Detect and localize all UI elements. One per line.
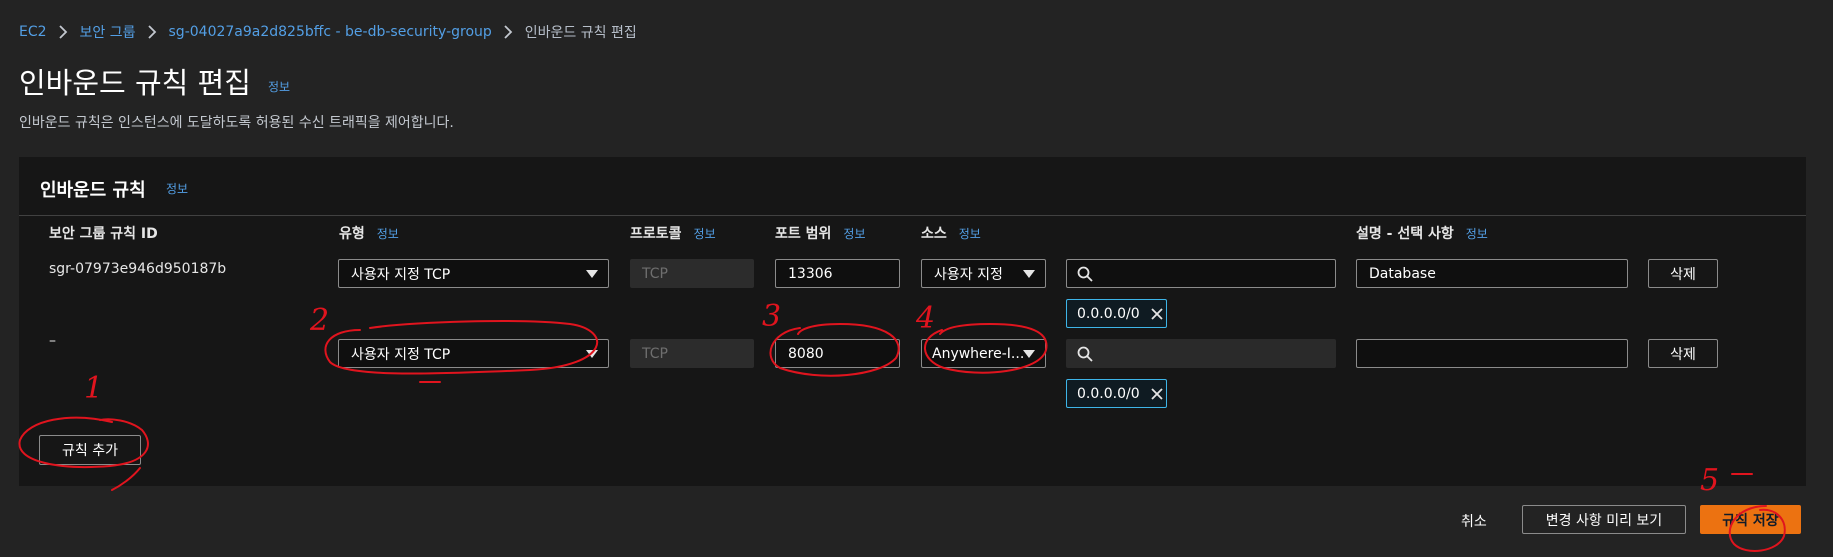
description-info-link[interactable]: 정보 <box>1466 225 1488 242</box>
port-info-link[interactable]: 정보 <box>843 225 865 242</box>
page-description: 인바운드 규칙은 인스턴스에 도달하도록 허용된 수신 트래픽을 제어합니다. <box>19 115 454 131</box>
breadcrumb: EC2 보안 그룹 sg-04027a9a2d825bffc - be-db-s… <box>19 22 637 42</box>
panel-header: 인바운드 규칙 <box>40 180 146 201</box>
source-info-link[interactable]: 정보 <box>959 225 981 242</box>
source-search-input[interactable] <box>1066 339 1336 368</box>
delete-button[interactable]: 삭제 <box>1648 259 1718 288</box>
save-rules-button[interactable]: 규칙 저장 <box>1700 505 1801 534</box>
type-info-link[interactable]: 정보 <box>377 225 399 242</box>
page-title: 인바운드 규칙 편집 <box>19 66 251 100</box>
source-token: 0.0.0.0/0 <box>1066 379 1167 408</box>
col-head-rule-id: 보안 그룹 규칙 ID <box>49 226 158 242</box>
caret-down-icon <box>1023 270 1035 278</box>
rule-id: – <box>49 333 56 349</box>
type-select[interactable]: 사용자 지정 TCP <box>338 339 609 368</box>
description-input[interactable]: Database <box>1356 259 1628 288</box>
close-icon[interactable] <box>1150 387 1164 401</box>
close-icon[interactable] <box>1150 307 1164 321</box>
type-select[interactable]: 사용자 지정 TCP <box>338 259 609 288</box>
protocol-input: TCP <box>630 259 754 288</box>
col-head-type: 유형 정보 <box>339 225 399 242</box>
panel-divider <box>19 215 1806 216</box>
port-input[interactable]: 8080 <box>775 339 900 368</box>
title-info-link[interactable]: 정보 <box>268 78 290 95</box>
chevron-right-icon <box>504 25 513 39</box>
breadcrumb-ec2[interactable]: EC2 <box>19 24 47 40</box>
col-head-source: 소스 정보 <box>921 225 981 242</box>
protocol-input: TCP <box>630 339 754 368</box>
delete-button[interactable]: 삭제 <box>1648 339 1718 368</box>
col-head-protocol: 프로토콜 정보 <box>630 225 716 242</box>
protocol-info-link[interactable]: 정보 <box>694 225 716 242</box>
cancel-button[interactable]: 취소 <box>1461 511 1487 531</box>
breadcrumb-security-groups[interactable]: 보안 그룹 <box>80 22 136 42</box>
description-input[interactable] <box>1356 339 1628 368</box>
preview-changes-button[interactable]: 변경 사항 미리 보기 <box>1522 505 1686 534</box>
source-select[interactable]: 사용자 지정 <box>921 259 1046 288</box>
panel-info-link[interactable]: 정보 <box>166 180 188 197</box>
source-token: 0.0.0.0/0 <box>1066 299 1167 328</box>
col-head-port: 포트 범위 정보 <box>775 225 866 242</box>
breadcrumb-security-group[interactable]: sg-04027a9a2d825bffc - be-db-security-gr… <box>169 24 492 40</box>
caret-down-icon <box>586 270 598 278</box>
source-select[interactable]: Anywhere-I... <box>921 339 1046 368</box>
chevron-right-icon <box>147 25 157 39</box>
inbound-rules-panel: 인바운드 규칙 정보 보안 그룹 규칙 ID 유형 정보 프로토콜 정보 포트 … <box>19 157 1806 486</box>
chevron-right-icon <box>58 25 68 39</box>
col-head-description: 설명 - 선택 사항 정보 <box>1356 225 1488 242</box>
caret-down-icon <box>586 350 598 358</box>
search-icon <box>1077 266 1093 282</box>
breadcrumb-current: 인바운드 규칙 편집 <box>524 25 637 41</box>
add-rule-button[interactable]: 규칙 추가 <box>39 435 141 465</box>
port-input[interactable]: 13306 <box>775 259 900 288</box>
search-icon <box>1077 346 1093 362</box>
rule-id: sgr-07973e946d950187b <box>49 261 227 277</box>
source-search-input[interactable] <box>1066 259 1336 288</box>
caret-down-icon <box>1023 350 1035 358</box>
